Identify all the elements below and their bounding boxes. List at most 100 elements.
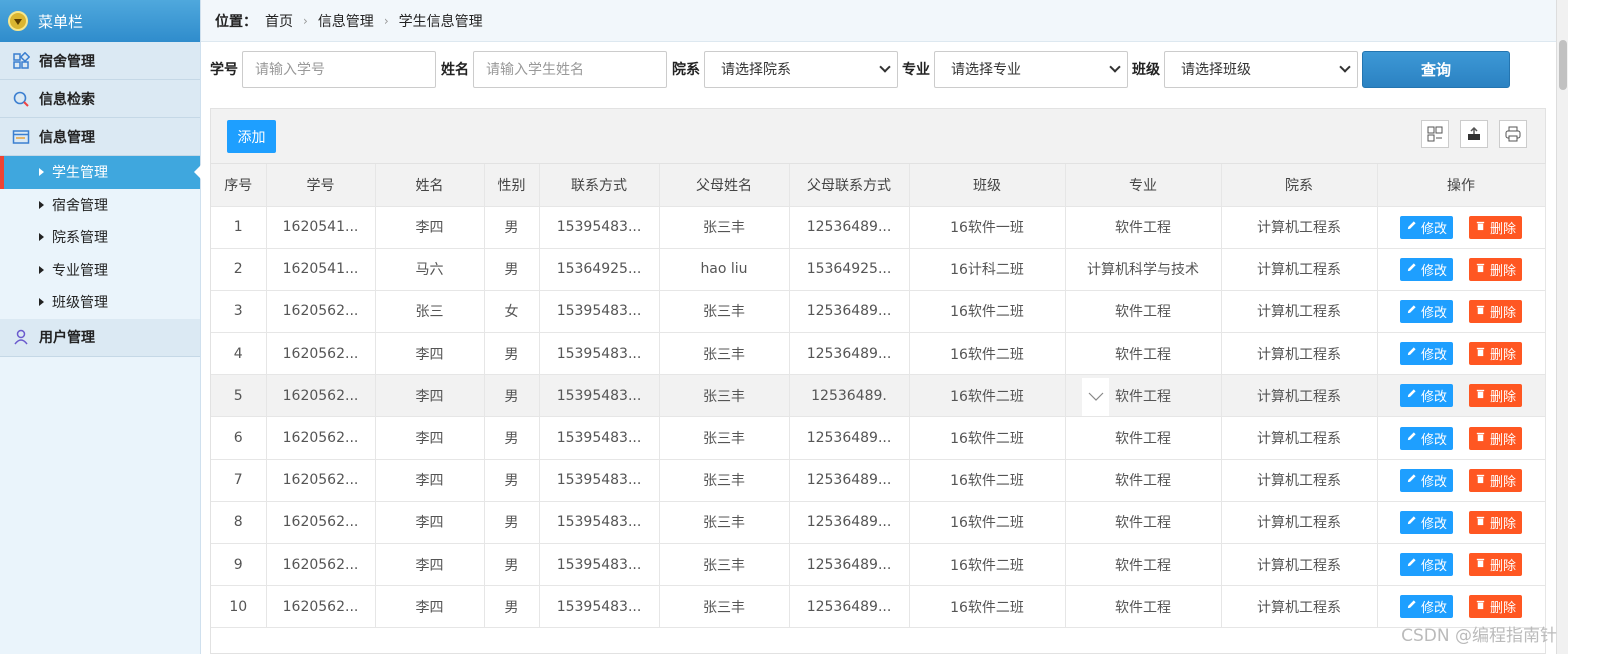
table-cell-actions: 修改 删除 bbox=[1376, 500, 1546, 545]
edit-button[interactable]: 修改 bbox=[1399, 342, 1453, 366]
sidebar-item-label: 班级管理 bbox=[52, 295, 108, 312]
delete-button[interactable]: 删除 bbox=[1469, 510, 1523, 534]
delete-button[interactable]: 删除 bbox=[1469, 426, 1523, 450]
edit-button[interactable]: 修改 bbox=[1399, 215, 1453, 239]
edit-button[interactable]: 修改 bbox=[1399, 595, 1453, 619]
table-cell: 李四 bbox=[374, 542, 485, 587]
breadcrumb-info[interactable]: 信息管理 bbox=[318, 11, 374, 31]
name-input[interactable]: 请输入学生姓名 bbox=[473, 50, 667, 88]
delete-label: 删除 bbox=[1490, 516, 1517, 532]
query-button[interactable]: 查询 bbox=[1362, 50, 1510, 88]
class-select[interactable]: 请选择班级 bbox=[1164, 50, 1358, 88]
table-row[interactable]: 3 1620562... 张三女 15395483... 张三丰 12536489... 1… bbox=[211, 289, 1546, 334]
table-row[interactable]: 6 1620562... 李四男 15395483... 张三丰 12536489... 1… bbox=[211, 416, 1546, 460]
table-cell: 12536489... bbox=[788, 458, 910, 502]
sidebar-group-info[interactable]: 信息管理 bbox=[0, 118, 200, 156]
edit-button[interactable]: 修改 bbox=[1399, 426, 1453, 450]
sidebar-item-dormitory[interactable]: 宿舍管理 bbox=[0, 189, 200, 222]
table-cell: 李四 bbox=[374, 374, 485, 418]
table-cell: 12536489... bbox=[788, 585, 910, 629]
add-button[interactable]: 添加 bbox=[227, 120, 276, 153]
table-cell: 12536489... bbox=[788, 416, 910, 460]
delete-button[interactable]: 删除 bbox=[1469, 299, 1523, 323]
edit-button[interactable]: 修改 bbox=[1399, 468, 1453, 492]
delete-button[interactable]: 删除 bbox=[1469, 595, 1523, 619]
table-row[interactable]: 1 1620541... 李四男 15395483... 张三丰 12536489... 1… bbox=[211, 205, 1546, 249]
chevron-down-icon[interactable] bbox=[1082, 378, 1109, 416]
table-cell: 15395483... bbox=[538, 416, 660, 460]
table-cell: 张三 bbox=[374, 289, 485, 334]
edit-label: 修改 bbox=[1420, 601, 1447, 617]
caret-right-icon bbox=[39, 168, 44, 177]
delete-button[interactable]: 删除 bbox=[1469, 384, 1523, 408]
window-icon bbox=[12, 129, 30, 144]
table-cell: 2 bbox=[211, 247, 267, 291]
table-cell: 15364925... bbox=[538, 247, 660, 291]
delete-button[interactable]: 删除 bbox=[1469, 257, 1523, 281]
table-cell: 15395483... bbox=[538, 332, 660, 376]
name-label: 姓名 bbox=[441, 62, 469, 78]
table-cell: 3 bbox=[211, 289, 267, 334]
sidebar-group-label: 信息检索 bbox=[39, 91, 95, 108]
trash-icon bbox=[1475, 388, 1490, 403]
table-cell: 16软件二班 bbox=[908, 542, 1066, 587]
sidebar-item-label: 专业管理 bbox=[52, 262, 108, 279]
student-table: 序号 学号 姓名 性别 联系方式 父母姓名 父母联系方式 班级 专业 院系 操作 1 1620541.… bbox=[211, 164, 1546, 629]
edit-button[interactable]: 修改 bbox=[1399, 553, 1453, 577]
row-actions: 修改 删除 bbox=[1378, 342, 1544, 366]
table-cell: 张三丰 bbox=[658, 205, 790, 249]
delete-label: 删除 bbox=[1490, 221, 1517, 237]
table-cell: 计算机工程系 bbox=[1220, 289, 1378, 334]
sidebar-item-students[interactable]: 学生管理 bbox=[0, 156, 201, 189]
page-edge bbox=[1568, 0, 1597, 654]
print-icon[interactable] bbox=[1499, 120, 1527, 148]
table-cell: 12536489... bbox=[788, 332, 910, 376]
breadcrumb-home[interactable]: 首页 bbox=[265, 11, 293, 31]
row-actions: 修改 删除 bbox=[1378, 510, 1544, 534]
edit-button[interactable]: 修改 bbox=[1399, 257, 1453, 281]
dept-select[interactable]: 请选择院系 bbox=[704, 50, 898, 88]
table-cell: 1 bbox=[211, 205, 267, 249]
sidebar-group-search[interactable]: 信息检索 bbox=[0, 80, 200, 118]
edit-button[interactable]: 修改 bbox=[1399, 510, 1453, 534]
sidebar-group-users[interactable]: 用户管理 bbox=[0, 318, 200, 357]
table-header-row: 序号 学号 姓名 性别 联系方式 父母姓名 父母联系方式 班级 专业 院系 操作 bbox=[211, 164, 1546, 207]
table-cell: 软件工程 bbox=[1064, 500, 1222, 545]
sidebar-item-label: 学生管理 bbox=[52, 165, 108, 182]
row-actions: 修改 删除 bbox=[1378, 299, 1544, 323]
table-cell: 计算机工程系 bbox=[1220, 416, 1378, 460]
scroll-thumb[interactable] bbox=[1559, 40, 1567, 90]
delete-button[interactable]: 删除 bbox=[1469, 468, 1523, 492]
sidebar-item-label: 宿舍管理 bbox=[52, 197, 108, 214]
delete-button[interactable]: 删除 bbox=[1469, 553, 1523, 577]
sidebar-item-department[interactable]: 院系管理 bbox=[0, 221, 200, 254]
delete-button[interactable]: 删除 bbox=[1469, 342, 1523, 366]
table-cell: 李四 bbox=[374, 332, 485, 376]
major-select[interactable]: 请选择专业 bbox=[934, 50, 1128, 88]
table-row[interactable]: 2 1620541... 马六男 15364925... hao liu 15364925… bbox=[211, 247, 1546, 291]
trash-icon bbox=[1475, 557, 1490, 572]
table-row[interactable]: 9 1620562... 李四男 15395483... 张三丰 12536489... 1… bbox=[211, 542, 1546, 587]
table-cell: 1620562... bbox=[265, 416, 376, 460]
table-row[interactable]: 4 1620562... 李四男 15395483... 张三丰 12536489... 1… bbox=[211, 332, 1546, 376]
sidebar-group-dormitory[interactable]: 宿舍管理 bbox=[0, 42, 200, 80]
table-row[interactable]: 5 1620562... 李四男 15395483... 张三丰 12536489. 16软… bbox=[211, 374, 1546, 418]
columns-icon[interactable] bbox=[1421, 120, 1449, 148]
menu-header[interactable]: 菜单栏 bbox=[0, 0, 200, 42]
sidebar-item-major[interactable]: 专业管理 bbox=[0, 254, 200, 287]
table-row[interactable]: 7 1620562... 李四男 15395483... 张三丰 12536489... 1… bbox=[211, 458, 1546, 502]
edit-label: 修改 bbox=[1420, 559, 1447, 575]
export-icon[interactable] bbox=[1460, 120, 1488, 148]
table-row[interactable]: 10 1620562... 李四男 15395483... 张三丰 12536489...… bbox=[211, 585, 1546, 629]
edit-button[interactable]: 修改 bbox=[1399, 299, 1453, 323]
student-id-input[interactable]: 请输入学号 bbox=[242, 50, 436, 88]
table-cell: 计算机工程系 bbox=[1220, 500, 1378, 545]
delete-button[interactable]: 删除 bbox=[1469, 215, 1523, 239]
table-row[interactable]: 8 1620562... 李四男 15395483... 张三丰 12536489... 1… bbox=[211, 500, 1546, 545]
vertical-scrollbar[interactable] bbox=[1556, 0, 1568, 654]
edit-button[interactable]: 修改 bbox=[1399, 384, 1453, 408]
table-cell: 15395483... bbox=[538, 542, 660, 587]
edit-label: 修改 bbox=[1420, 432, 1447, 448]
sidebar-item-class[interactable]: 班级管理 bbox=[0, 286, 200, 319]
table-cell: hao liu bbox=[658, 247, 790, 291]
